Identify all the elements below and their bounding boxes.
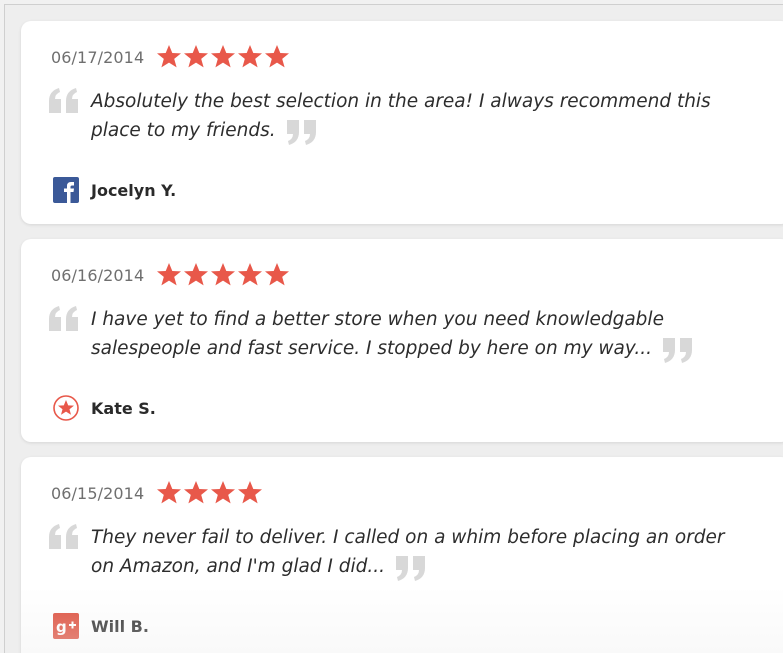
review-meta: 06/17/2014 [51,43,291,71]
review-date: 06/15/2014 [51,483,145,503]
review-quote: I have yet to find a better store when y… [47,305,737,364]
reviews-panel: 06/17/2014 Absolutely the best selection… [4,4,783,653]
star-icon [157,481,182,504]
review-card: 06/15/2014 They never fail to deliver. I… [21,457,783,653]
review-card: 06/16/2014 I have yet to find a better s… [21,239,783,442]
star-icon [184,45,209,68]
star-rating [156,262,291,288]
open-quote-icon [49,524,78,549]
star-rating [156,480,264,506]
star-icon [211,481,236,504]
star-rating [156,44,291,70]
review-author: Kate S. [53,395,156,421]
facebook-icon[interactable] [53,177,79,203]
close-quote-icon [286,120,316,145]
star-icon [211,263,236,286]
review-text: Absolutely the best selection in the are… [91,91,711,141]
review-text: I have yet to find a better store when y… [91,309,664,359]
author-name: Jocelyn Y. [91,180,177,200]
star-icon [184,481,209,504]
star-icon [265,45,290,68]
star-icon [238,45,263,68]
star-icon [157,263,182,286]
star-icon [157,45,182,68]
review-meta: 06/15/2014 [51,479,264,507]
google-plus-icon[interactable]: g [53,613,79,639]
author-name: Kate S. [91,398,156,418]
close-quote-icon [396,556,426,581]
author-name: Will B. [91,616,149,636]
open-quote-icon [49,88,78,113]
open-quote-icon [49,306,78,331]
close-quote-icon [663,338,693,363]
star-badge-icon[interactable] [53,395,79,421]
review-meta: 06/16/2014 [51,261,291,289]
star-icon [265,263,290,286]
star-icon [238,481,263,504]
review-quote: Absolutely the best selection in the are… [47,87,737,146]
review-card: 06/17/2014 Absolutely the best selection… [21,21,783,224]
svg-text:g: g [56,618,67,636]
review-author: g Will B. [53,613,149,639]
review-date: 06/16/2014 [51,265,145,285]
review-quote: They never fail to deliver. I called on … [47,523,737,582]
star-icon [238,263,263,286]
star-icon [211,45,236,68]
review-author: Jocelyn Y. [53,177,176,203]
review-date: 06/17/2014 [51,47,145,67]
star-icon [184,263,209,286]
